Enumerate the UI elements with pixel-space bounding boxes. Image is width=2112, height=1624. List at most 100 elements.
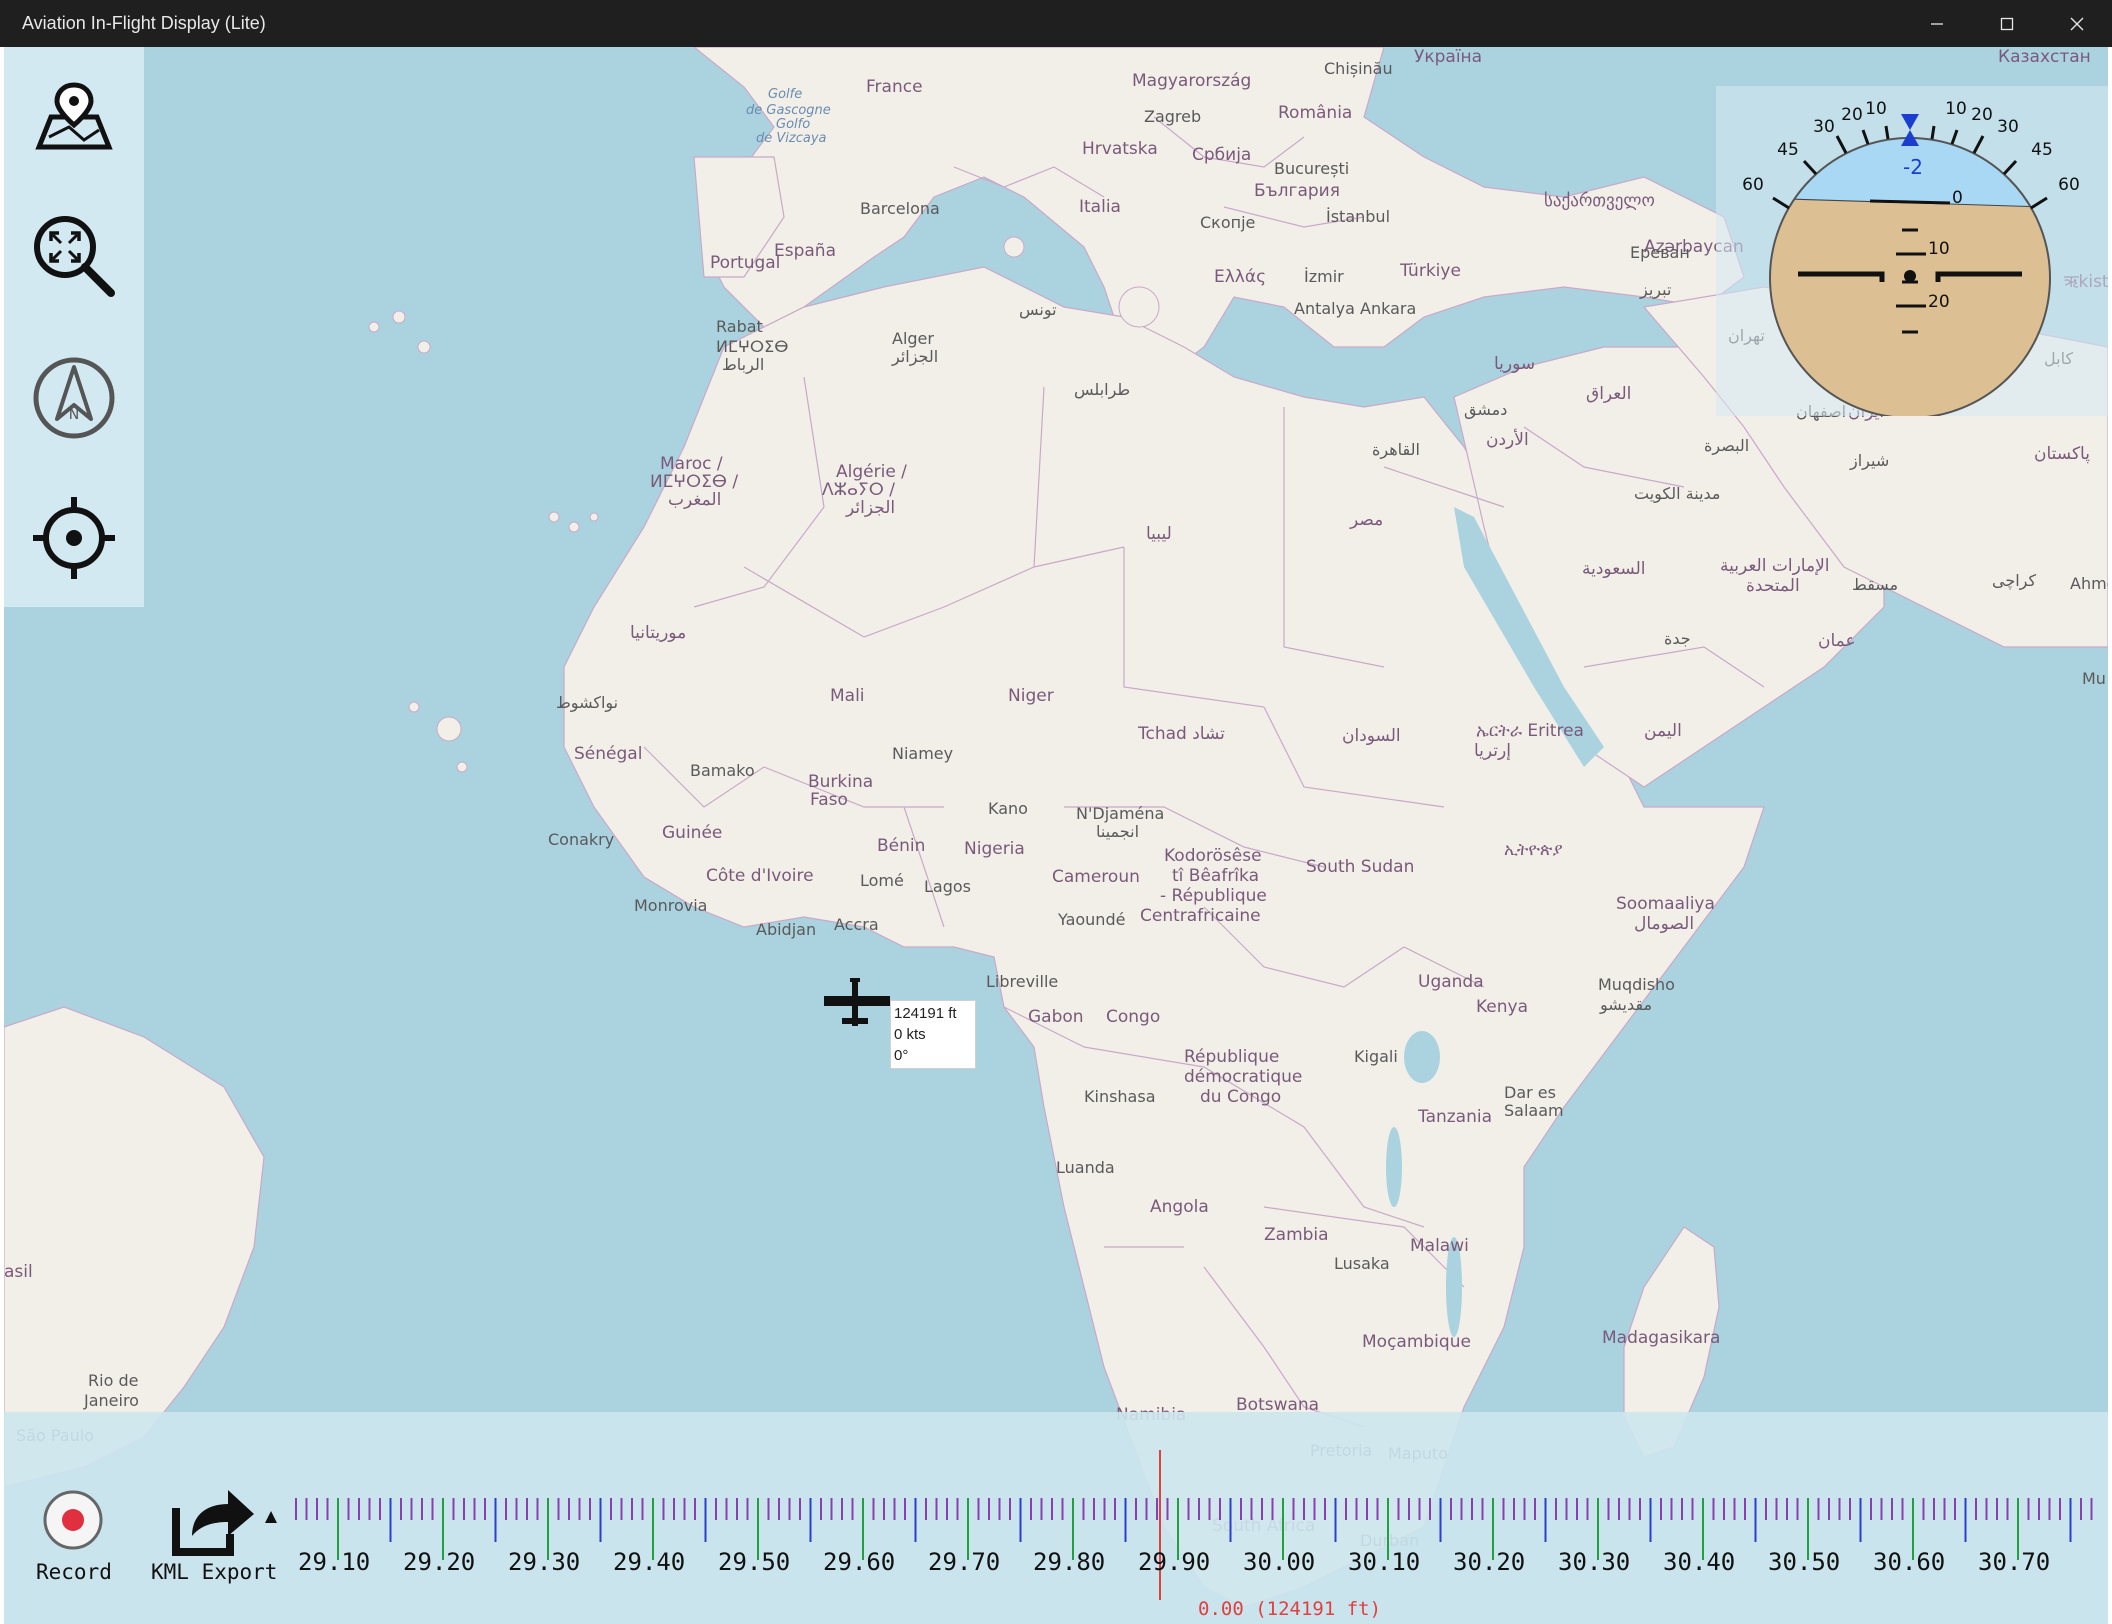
map-place-label: Lusaka: [1334, 1254, 1390, 1273]
map-place-label: Mali: [830, 686, 865, 706]
timeline-label: 29.20: [403, 1548, 476, 1576]
bank-label: 10: [1865, 99, 1887, 119]
map-place-label: Antalya: [1294, 299, 1355, 318]
map-place-label: Gabon: [1028, 1007, 1084, 1027]
map-place-label: البصرة: [1704, 436, 1750, 455]
close-icon[interactable]: [2042, 0, 2112, 47]
map-place-label: Faso: [810, 790, 848, 810]
map-place-label: Barcelona: [860, 199, 940, 218]
kml-export-button[interactable]: KML Export: [150, 1478, 280, 1588]
timeline-label: 29.30: [508, 1548, 581, 1576]
map-place-label: العراق: [1586, 384, 1632, 404]
bank-label: 20: [1971, 105, 1993, 125]
map-place-label: Rio de: [88, 1371, 139, 1390]
map-place-label: İstanbul: [1326, 207, 1391, 226]
map-place-label: България: [1254, 181, 1340, 201]
center-location-icon: [33, 497, 115, 579]
map-place-label: Janeiro: [84, 1391, 139, 1410]
map-place-label: București: [1274, 159, 1350, 178]
north-up-tool[interactable]: N: [26, 350, 122, 446]
map-place-label: España: [774, 241, 836, 261]
aircraft-info-box: 124191 ft 0 kts 0°: [890, 1000, 976, 1069]
map-place-label: South Sudan: [1306, 857, 1415, 877]
aircraft-speed: 0 kts: [894, 1026, 926, 1043]
timeline-label: 29.90: [1138, 1548, 1211, 1576]
zoom-fit-icon: [34, 216, 115, 297]
map-place-label: Rabat: [716, 317, 763, 336]
map-place-label: طرابلس: [1074, 380, 1131, 399]
map-place-label: مسقط: [1852, 575, 1899, 594]
map-place-label: Guinée: [662, 823, 723, 843]
map-place-label: Србија: [1192, 145, 1252, 165]
zoom-fit-tool[interactable]: [26, 208, 122, 304]
map-pin-icon: [35, 82, 113, 150]
timeline-label: 29.50: [718, 1548, 791, 1576]
aircraft-heading: 0°: [894, 1047, 909, 1064]
center-location-tool[interactable]: [26, 490, 122, 586]
share-export-icon: [172, 1490, 254, 1556]
map-place-label: Salaam: [1504, 1101, 1564, 1120]
map-place-label: الصومال: [1634, 914, 1695, 934]
map-place-label: Libreville: [986, 972, 1059, 991]
timeline-label: 29.80: [1033, 1548, 1106, 1576]
map-place-label: Dar es: [1504, 1083, 1556, 1102]
minimize-icon[interactable]: [1902, 0, 1972, 47]
map-place-label: ኢትዮጵያ: [1504, 840, 1563, 860]
timeline-slider[interactable]: [270, 1450, 2106, 1600]
map-place-label: Monrovia: [634, 896, 708, 915]
map-place-label: Conakry: [548, 830, 615, 849]
map-place-label: مصر: [1350, 510, 1384, 530]
map-place-label: Moçambique: [1362, 1332, 1471, 1352]
map-place-label: الجزائر: [846, 498, 896, 518]
map-place-label: Nigeria: [964, 839, 1025, 859]
map-place-label: Kigali: [1354, 1047, 1398, 1066]
map-place-label: Україна: [1414, 47, 1483, 67]
map-place-label: Kodorösêse: [1164, 846, 1262, 866]
map-place-label: Golfe: [768, 87, 803, 102]
map-place-label: Yaoundé: [1058, 910, 1126, 929]
map-place-label: de Gascogne: [746, 103, 831, 118]
map-place-label: Ankara: [1360, 299, 1417, 318]
record-button[interactable]: Record: [26, 1488, 122, 1588]
timeline-label: 30.30: [1558, 1548, 1631, 1576]
map-place-label: Maroc /: [660, 454, 723, 474]
map-place-label: الأردن: [1486, 430, 1529, 450]
map-place-label: ⴷⵣⴰⵢⵔ /: [822, 480, 895, 500]
map-place-label: عمان: [1818, 631, 1856, 651]
map-place-label: საქართველო: [1544, 191, 1655, 211]
map-place-label: الجزائر: [892, 347, 939, 366]
map-place-label: مدينة الكويت: [1634, 484, 1721, 503]
map-place-label: Luanda: [1056, 1158, 1115, 1177]
map-place-label: Portugal: [710, 253, 781, 273]
pitch-label: 10: [1928, 239, 1950, 259]
map-place-label: المغرب: [668, 490, 722, 510]
map-place-label: Ahme: [2070, 574, 2108, 593]
map-place-label: Côte d'Ivoire: [706, 866, 814, 886]
timeline-label: 30.70: [1978, 1548, 2051, 1576]
aircraft-marker-icon[interactable]: [822, 978, 892, 1028]
map-place-label: Zambia: [1264, 1225, 1329, 1245]
map-place-label: Golfo: [776, 117, 811, 132]
map-place-label: Hrvatska: [1082, 139, 1158, 159]
aircraft-altitude: 124191 ft: [894, 1005, 957, 1022]
map-place-label: Sénégal: [574, 744, 643, 764]
bank-pointer-icon: [1901, 114, 1919, 130]
map-place-label: ⵍⵎⵖⵔⵉⴱ /: [650, 472, 739, 492]
map-place-label: Italia: [1079, 197, 1121, 217]
map-place-label: Angola: [1150, 1197, 1209, 1217]
bank-label: 45: [2031, 140, 2053, 160]
map-place-label: tî Bêafrîka: [1172, 866, 1259, 886]
timeline-label: 30.40: [1663, 1548, 1736, 1576]
map-place-label: Muqdisho: [1598, 975, 1675, 994]
maximize-icon[interactable]: [1972, 0, 2042, 47]
map-pin-tool[interactable]: [26, 72, 122, 168]
map-place-label: تبریز: [1640, 280, 1672, 299]
map-place-label: România: [1278, 103, 1353, 123]
map-place-label: مقديشو: [1600, 995, 1653, 1014]
timeline-label: 29.60: [823, 1548, 896, 1576]
current-time-readout: 0.00 (124191 ft): [1198, 1598, 1382, 1620]
map-place-label: du Congo: [1200, 1087, 1282, 1107]
svg-text:N: N: [69, 407, 79, 423]
map-place-label: France: [866, 77, 923, 97]
attitude-indicator: 60 45 30 20 10 10 20 30 45 60 -2 0 10 20: [1742, 99, 2080, 416]
